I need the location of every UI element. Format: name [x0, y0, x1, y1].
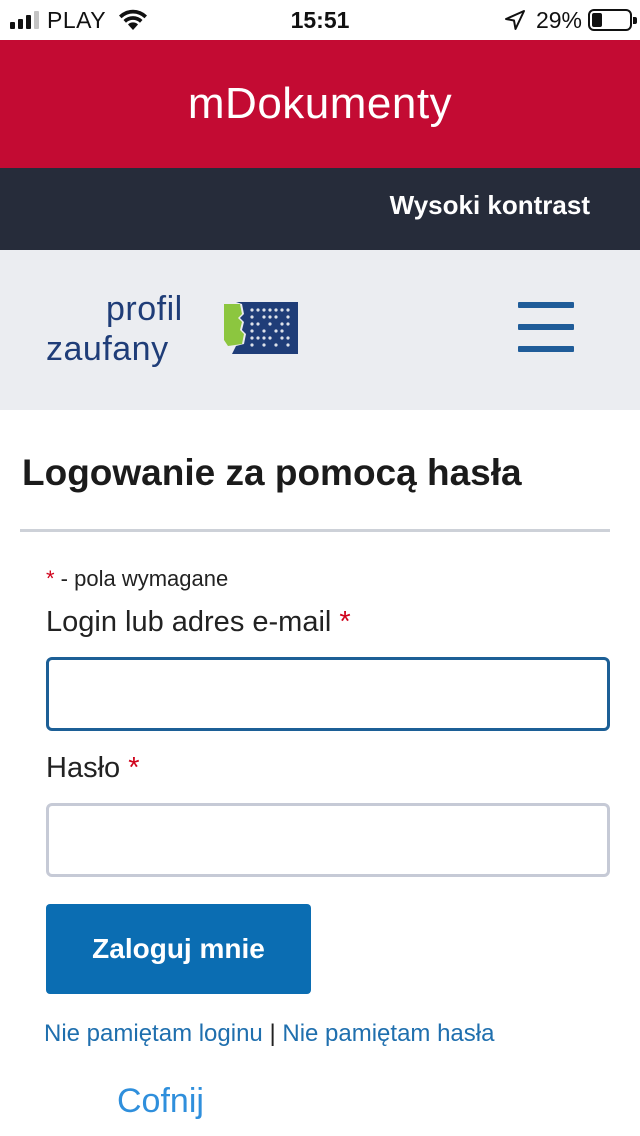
- required-asterisk: *: [339, 606, 351, 638]
- logo-text-zaufany: zaufany: [46, 330, 169, 368]
- password-label-text: Hasło: [46, 752, 121, 784]
- profil-zaufany-logo-mark-icon: [224, 302, 298, 354]
- back-link[interactable]: Cofnij: [117, 1082, 204, 1121]
- status-bar: PLAY 15:51 29%: [0, 0, 640, 40]
- page-title: Logowanie za pomocą hasła: [22, 452, 522, 493]
- forgot-password-link[interactable]: Nie pamiętam hasła: [282, 1020, 494, 1047]
- required-asterisk: *: [128, 752, 140, 784]
- forgot-links: Nie pamiętam loginu | Nie pamiętam hasła: [44, 1020, 494, 1048]
- title-divider: [20, 529, 610, 532]
- status-right: 29%: [504, 0, 637, 40]
- login-input[interactable]: [46, 657, 610, 731]
- app-header: mDokumenty: [0, 40, 640, 168]
- forgot-login-link[interactable]: Nie pamiętam loginu: [44, 1020, 263, 1047]
- login-button[interactable]: Zaloguj mnie: [46, 904, 311, 994]
- hamburger-menu-icon[interactable]: [518, 302, 574, 354]
- required-fields-note: * - pola wymagane: [46, 566, 228, 592]
- accessibility-bar: Wysoki kontrast: [0, 168, 640, 250]
- login-field-label: Login lub adres e-mail *: [46, 606, 351, 639]
- location-arrow-icon: [504, 10, 525, 30]
- password-input[interactable]: [46, 803, 610, 877]
- link-separator: |: [262, 1020, 283, 1047]
- high-contrast-link[interactable]: Wysoki kontrast: [390, 168, 590, 250]
- logo-text-profil: profil: [106, 290, 183, 328]
- password-field-label: Hasło *: [46, 752, 140, 785]
- required-note-text: - pola wymagane: [54, 566, 229, 591]
- required-asterisk: *: [46, 566, 55, 591]
- battery-percent: 29%: [535, 6, 582, 33]
- battery-icon: [588, 9, 637, 31]
- battery-fill: [592, 13, 603, 27]
- login-label-text: Login lub adres e-mail: [46, 606, 332, 638]
- profil-zaufany-logo[interactable]: profil zaufany: [46, 290, 306, 380]
- app-title: mDokumenty: [187, 79, 453, 128]
